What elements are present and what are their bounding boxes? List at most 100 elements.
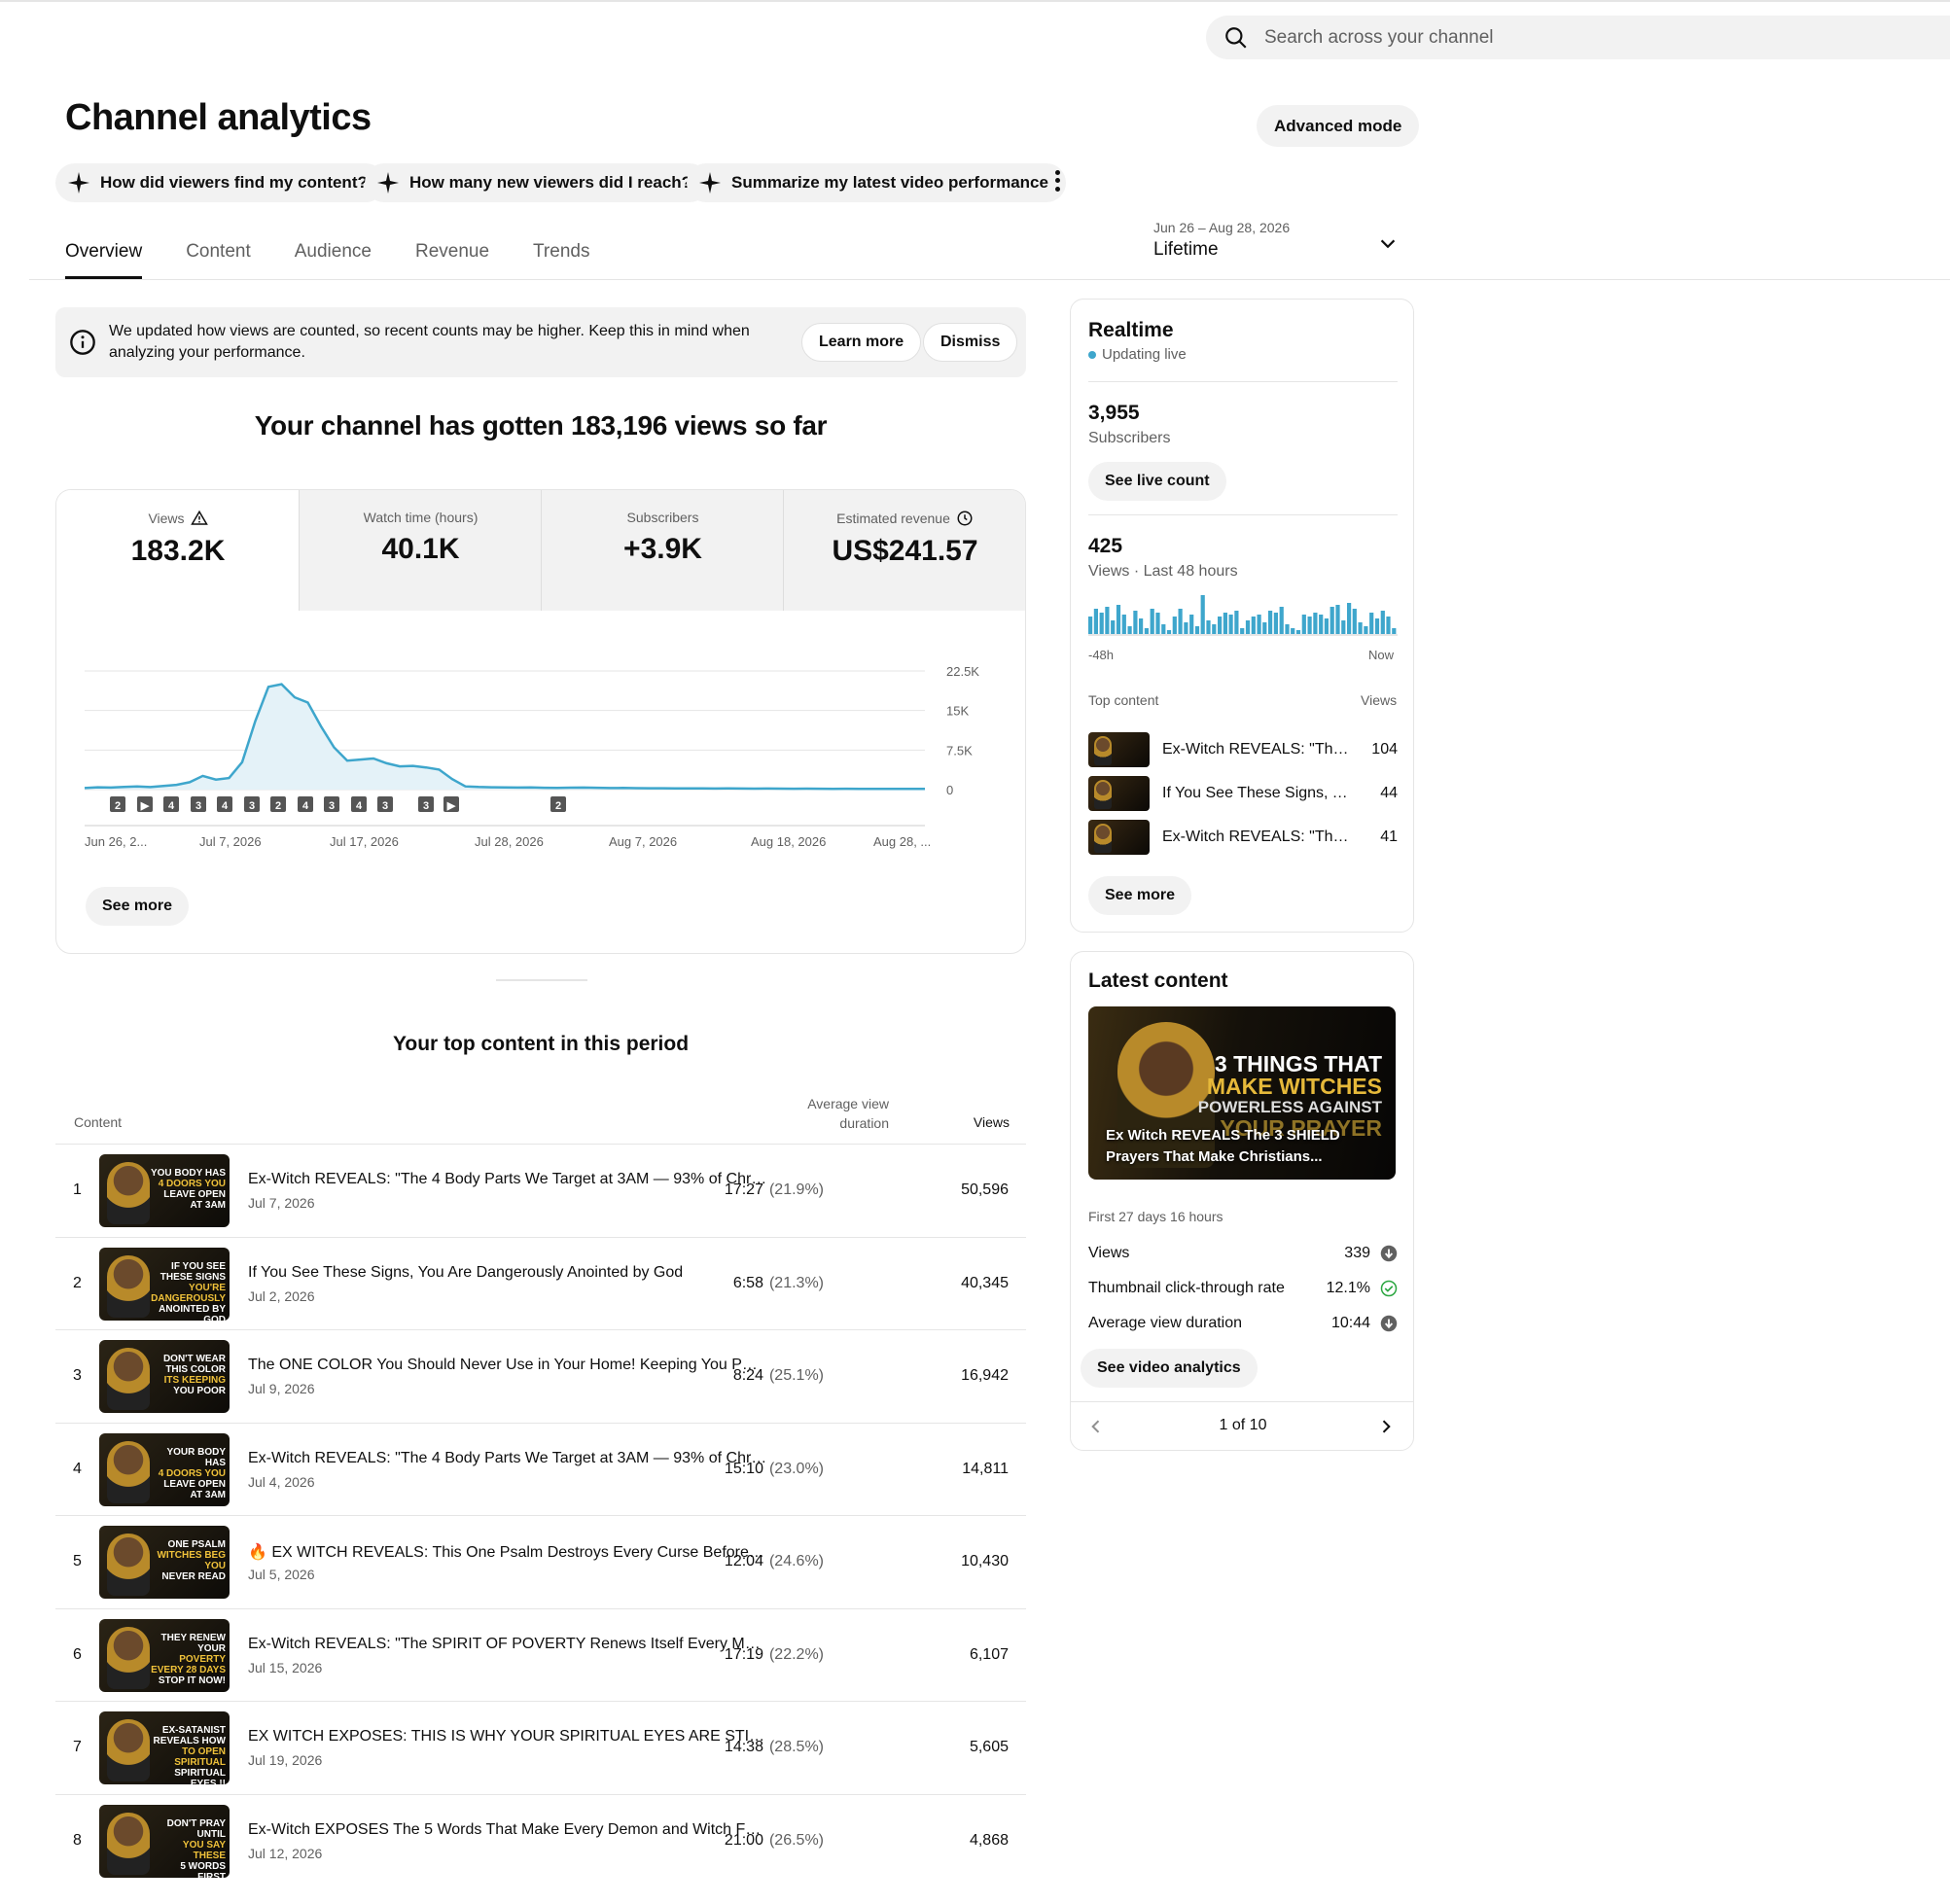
see-more-realtime-button[interactable]: See more [1088,876,1192,915]
video-marker[interactable]: 4 [351,796,367,812]
views-line [84,683,926,791]
tab-overview[interactable]: Overview [65,241,143,279]
table-row[interactable]: 4 Your body has 4 doors you leave open at 3… [55,1422,1026,1516]
video-title[interactable]: Ex-Witch REVEALS: "The 4 Body Parts We T… [248,1450,768,1467]
tab-trends[interactable]: Trends [533,241,589,279]
chevron-down-icon[interactable] [1377,233,1399,255]
see-more-chart-button[interactable]: See more [86,887,190,926]
latest-video-thumbnail[interactable]: 3 THINGS THAT MAKE WITCHES POWERLESS AGA… [1088,1006,1396,1180]
advanced-mode-button[interactable]: Advanced mode [1257,105,1420,147]
table-row[interactable]: 7 Ex-satanist reveals how to open spiritua… [55,1701,1026,1794]
realtime-bar [1324,618,1329,634]
views-chart: 22.5K 15K 7.5K 0 2 ▶ 4 3 4 3 2 4 3 4 3 3 ▶ 2 Jun 26, 2... J… [84,664,979,849]
sparkle-icon [699,172,721,194]
dismiss-button[interactable]: Dismiss [923,323,1018,362]
chevron-left-icon[interactable] [1086,1417,1106,1436]
table-row[interactable]: 3 Don't wear this color Its keeping you poo… [55,1329,1026,1423]
see-video-analytics-button[interactable]: See video analytics [1081,1349,1258,1388]
video-thumbnail[interactable]: They renew your poverty every 28 days stop… [99,1618,230,1692]
video-thumbnail[interactable]: Ex-satanist reveals how to open spiritual… [99,1711,230,1784]
metric-label: Views [148,511,185,526]
video-thumbnail[interactable]: One psalm witches beg you never read [99,1526,230,1599]
stat-value: 12.1% [1326,1280,1370,1296]
video-title[interactable]: 🔥 EX WITCH REVEALS: This One Psalm Destr… [248,1542,768,1562]
tab-audience[interactable]: Audience [295,241,372,279]
separator [1088,381,1398,382]
chip-summarize[interactable]: Summarize my latest video performance [687,163,1066,202]
video-marker[interactable]: ▶ [137,796,153,812]
metric-watch-time[interactable]: Watch time (hours) 40.1K [299,490,542,611]
list-item[interactable]: Ex-Witch REVEALS: "The SPIRIT OF POVERTY… [1088,815,1398,859]
presenter-image [107,1254,150,1318]
video-marker[interactable]: 3 [244,796,260,812]
video-marker[interactable]: 3 [377,796,393,812]
table-row[interactable]: 1 You body has 4 doors you leave open at 3a… [55,1144,1026,1237]
video-thumbnail[interactable]: Don't wear this color Its keeping you poor [99,1340,230,1413]
video-title[interactable]: Ex-Witch EXPOSES The 5 Words That Make E… [248,1821,768,1839]
video-marker[interactable]: 4 [217,796,232,812]
metric-subscribers[interactable]: Subscribers +3.9K [541,490,784,611]
thumbnail-line: They renew your [160,1632,227,1654]
video-marker[interactable]: 2 [110,796,125,812]
video-title[interactable]: Ex-Witch REVEALS: "The SPIRIT OF POVERTY… [248,1636,768,1653]
video-marker[interactable]: 4 [163,796,179,812]
learn-more-button[interactable]: Learn more [801,323,922,362]
x-tick-label: Jul 7, 2026 [199,834,262,849]
video-thumbnail[interactable]: Don't pray until you say these 5 words fir… [99,1804,230,1878]
avg-view-duration: 8:24 (25.1%) [733,1367,824,1385]
thumbnail-line: You body has [150,1168,226,1179]
arrow-down-icon [1380,1245,1398,1262]
tab-revenue[interactable]: Revenue [415,241,489,279]
table-row[interactable]: 5 One psalm witches beg you never read 🔥 EX … [55,1515,1026,1608]
chip-find-content[interactable]: How did viewers find my content? [55,163,385,202]
video-marker[interactable]: 3 [324,796,339,812]
date-range-selector[interactable]: Jun 26 – Aug 28, 2026 Lifetime [1153,220,1290,261]
video-title[interactable]: The ONE COLOR You Should Never Use in Yo… [248,1357,768,1374]
video-marker-label: 3 [195,800,201,812]
table-row[interactable]: 2 If you see these signs You're dangerousl… [55,1236,1026,1330]
video-marker[interactable]: 3 [191,796,206,812]
video-thumbnail[interactable]: Your body has 4 doors you leave open at 3a… [99,1432,230,1506]
video-title[interactable]: EX WITCH EXPOSES: THIS IS WHY YOUR SPIRI… [248,1728,768,1745]
see-live-count-button[interactable]: See live count [1088,462,1226,501]
realtime-bar [1206,620,1211,634]
avg-view-duration: 21:00 (26.5%) [725,1832,824,1850]
metric-views[interactable]: Views 183.2K [56,490,300,611]
table-row[interactable]: 8 Don't pray until you say these 5 words fi… [55,1793,1026,1887]
realtime-bar [1121,615,1126,634]
search-bar[interactable] [1206,16,1950,59]
avd-time: 17:27 [724,1181,763,1198]
video-marker[interactable]: 2 [550,796,566,812]
video-marker-label: 2 [555,800,561,812]
chip-new-viewers[interactable]: How many new viewers did I reach? [365,163,710,202]
video-thumbnail[interactable]: You body has 4 doors you leave open at 3am [99,1154,230,1227]
metric-value: 183.2K [130,535,226,567]
video-marker[interactable]: 3 [418,796,434,812]
video-title[interactable]: If You See These Signs, You Are Dangerou… [248,1264,768,1282]
chevron-right-icon[interactable] [1376,1417,1396,1436]
list-item[interactable]: If You See These Signs, You Are Dangerou… [1088,771,1398,815]
search-input[interactable] [1264,26,1848,49]
video-thumbnail[interactable]: If you see these signs You're dangerously… [99,1247,230,1321]
metric-value: US$241.57 [832,535,978,567]
video-marker[interactable]: 2 [270,796,286,812]
realtime-x-start: -48h [1088,648,1115,662]
thumbnail-line: to open spiritual [174,1746,226,1768]
metric-revenue[interactable]: Estimated revenue US$241.57 [783,490,1025,611]
latest-stats: Views 339 Thumbnail click-through rate 12.… [1088,1236,1398,1341]
avd-time: 21:00 [724,1831,763,1849]
video-title[interactable]: Ex-Witch REVEALS: "The 4 Body Parts We T… [248,1171,768,1188]
table-row[interactable]: 6 They renew your poverty every 28 days sto… [55,1607,1026,1702]
tab-content[interactable]: Content [186,241,251,279]
more-options-icon[interactable] [1050,168,1064,194]
video-marker[interactable]: 4 [298,796,313,812]
video-marker[interactable]: ▶ [443,796,459,812]
col-header-content: Content [74,1114,123,1130]
sparkle-icon [68,172,89,194]
list-item[interactable]: Ex-Witch REVEALS: "The 4 Body Parts We T… [1088,727,1398,771]
realtime-bar [1228,615,1233,634]
realtime-bar [1273,613,1278,634]
realtime-bar [1279,607,1284,634]
thumbnail-caption: If you see these signs You're dangerously… [150,1261,226,1321]
thumbnail-caption: Ex-satanist reveals how to open spiritual… [150,1725,226,1784]
